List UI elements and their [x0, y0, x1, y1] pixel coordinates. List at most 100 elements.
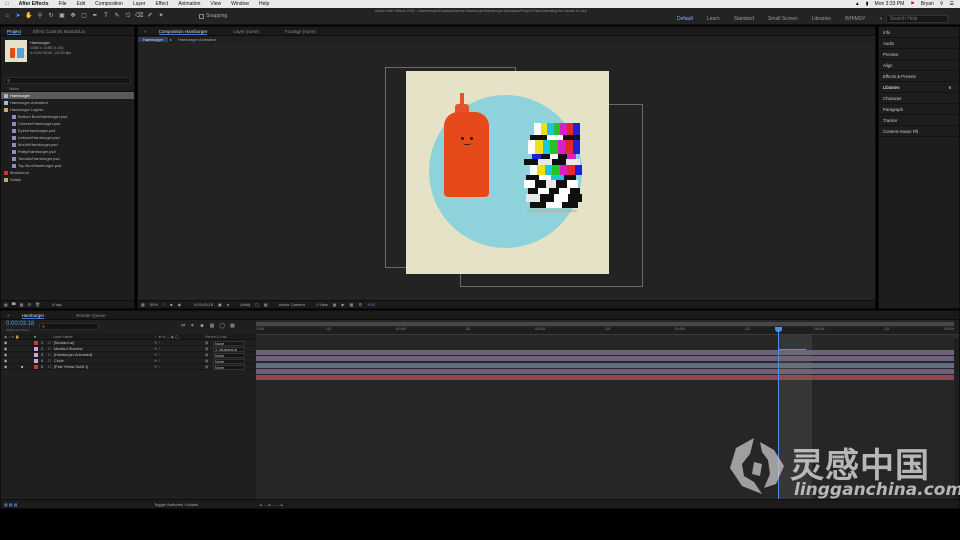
- motion-blur-icon[interactable]: ◯: [219, 323, 225, 329]
- wifi-icon[interactable]: ▲: [855, 1, 860, 7]
- camera-dropdown[interactable]: Active Camera: [279, 302, 305, 307]
- graph-editor-icon[interactable]: ▩: [230, 323, 235, 329]
- zoom-tool-icon[interactable]: ⚲: [36, 12, 44, 20]
- right-panel-item[interactable]: Preview: [879, 49, 959, 60]
- right-panel-item[interactable]: Content-Aware Fill: [879, 126, 959, 137]
- exposure-value[interactable]: +0.0: [367, 302, 375, 307]
- bpc-toggle[interactable]: 8 bpc: [52, 302, 62, 307]
- project-item[interactable]: Eyes/Hamburger.psd: [1, 127, 134, 134]
- right-panel-item[interactable]: Tracker: [879, 115, 959, 126]
- visibility-icon[interactable]: ◉: [4, 364, 7, 370]
- project-item[interactable]: Top Bun/Hamburger.psd: [1, 162, 134, 169]
- mask-visibility-icon[interactable]: ■: [170, 302, 172, 307]
- layer-duration-bar[interactable]: [256, 350, 954, 355]
- workspace-default[interactable]: Default: [670, 16, 700, 22]
- right-panel-item[interactable]: Libraries ≡: [879, 82, 959, 93]
- new-folder-icon[interactable]: 🖿: [12, 301, 16, 308]
- right-panel-item[interactable]: Info: [879, 27, 959, 38]
- views-dropdown[interactable]: 1 View: [316, 302, 328, 307]
- selection-tool-icon[interactable]: ➤: [14, 12, 22, 20]
- flowchart-icon[interactable]: ⚙: [358, 302, 362, 307]
- rectangle-tool-icon[interactable]: ▢: [80, 12, 88, 20]
- tab-project[interactable]: Project: [1, 28, 27, 35]
- shy-layers-icon[interactable]: ☻: [199, 323, 204, 329]
- tab-composition[interactable]: Composition Hamburger: [153, 28, 214, 35]
- menu-layer[interactable]: Layer: [128, 1, 151, 7]
- zoom-dropdown[interactable]: 50%: [150, 302, 158, 307]
- new-comp-icon[interactable]: ▩: [20, 302, 24, 307]
- comp-canvas[interactable]: [406, 71, 609, 274]
- menu-composition[interactable]: Composition: [90, 1, 128, 7]
- expand-collapse-icon[interactable]: ▩ ▩ ▩: [4, 500, 18, 509]
- right-panel-item[interactable]: Effects & Presets: [879, 71, 959, 82]
- pen-tool-icon[interactable]: ✒: [91, 12, 99, 20]
- delete-icon[interactable]: 🗑: [35, 302, 40, 307]
- layer-row[interactable]: ◉ ■ 5 □ [Pale Yellow Solid 1] ☀ / ◎ None: [1, 364, 255, 370]
- eraser-tool-icon[interactable]: ⌫: [135, 12, 143, 20]
- time-ruler[interactable]: 0:00f 12f 01:00f 12f 02:00f 12f 03:00f 12f 04:00…: [256, 327, 954, 335]
- menu-animation[interactable]: Animation: [173, 1, 205, 7]
- flag-icon[interactable]: ⚑: [910, 1, 914, 7]
- timeline-zoom-icon[interactable]: ◯: [954, 333, 960, 343]
- close-tab-icon[interactable]: ×: [138, 29, 153, 34]
- layer-label-color[interactable]: [34, 365, 38, 369]
- layer-name[interactable]: [Pale Yellow Solid 1]: [54, 364, 88, 370]
- layer-label-color[interactable]: [34, 353, 38, 357]
- brush-tool-icon[interactable]: ✎: [113, 12, 121, 20]
- current-time-display[interactable]: 0;00;03;18: [194, 302, 213, 307]
- clock[interactable]: Mon 3:33 PM: [875, 1, 905, 7]
- comp-viewport[interactable]: [138, 44, 875, 295]
- parent-dropdown[interactable]: None: [213, 340, 245, 346]
- project-search-input[interactable]: ⚲: [4, 77, 131, 84]
- current-time[interactable]: 0:00:03:18: [6, 321, 34, 327]
- spotlight-icon[interactable]: ⚲: [940, 1, 944, 7]
- zoom-slider[interactable]: ▲ —●—— ▲: [259, 500, 284, 509]
- project-item[interactable]: Mustard.ai: [1, 169, 134, 176]
- menu-help[interactable]: Help: [254, 1, 274, 7]
- tab-render-queue[interactable]: Render Queue: [70, 313, 112, 318]
- project-item[interactable]: Solids: [1, 176, 134, 183]
- layer-label-color[interactable]: [34, 347, 38, 351]
- layer-duration-bar[interactable]: [256, 375, 954, 381]
- fast-previews-icon[interactable]: ▶: [342, 302, 345, 307]
- camera-snapshot-icon[interactable]: ▣: [218, 302, 222, 307]
- workspace-whimsy[interactable]: WHIMSY: [838, 16, 873, 22]
- workspace-learn[interactable]: Learn: [700, 16, 727, 22]
- region-of-interest-icon[interactable]: ▢: [255, 302, 259, 307]
- search-help-box[interactable]: Search Help: [886, 15, 948, 23]
- tab-timeline-hamburger[interactable]: Hamburger: [16, 312, 51, 319]
- workspace-libraries[interactable]: Libraries: [805, 16, 838, 22]
- rotate-tool-icon[interactable]: ↻: [47, 12, 55, 20]
- breadcrumb-hamburger[interactable]: Hamburger: [138, 37, 169, 42]
- search-help-input[interactable]: Search Help: [886, 15, 948, 23]
- right-panel-item[interactable]: Paragraph: [879, 104, 959, 115]
- layer-switches[interactable]: ☀ /: [154, 364, 160, 370]
- workspace-standard[interactable]: Standard: [727, 16, 761, 22]
- toggle-switches-modes-button[interactable]: Toggle Switches / Modes: [154, 500, 198, 509]
- project-item[interactable]: Lettuce/Hamburger.psd: [1, 134, 134, 141]
- right-panel-item[interactable]: Audio: [879, 38, 959, 49]
- puppet-tool-icon[interactable]: ✦: [157, 12, 165, 20]
- roto-brush-tool-icon[interactable]: ✐: [146, 12, 154, 20]
- project-settings-icon[interactable]: ⚙: [28, 302, 32, 307]
- pick-whip-icon[interactable]: ◎: [205, 364, 208, 370]
- comp-flowchart-icon[interactable]: ⇌: [181, 323, 185, 329]
- timeline-icon[interactable]: ▩: [350, 302, 354, 307]
- close-timeline-tab-icon[interactable]: ×: [1, 313, 16, 318]
- camera-tool-icon[interactable]: ▣: [58, 12, 66, 20]
- layer-label-color[interactable]: [34, 341, 38, 345]
- notification-icon[interactable]: ☰: [950, 1, 954, 7]
- pan-behind-tool-icon[interactable]: ✥: [69, 12, 77, 20]
- timeline-search-input[interactable]: ⚲: [39, 323, 99, 330]
- always-preview-icon[interactable]: ▩: [141, 302, 145, 307]
- home-icon[interactable]: ⌂: [3, 12, 11, 20]
- layer-label-color[interactable]: [34, 359, 38, 363]
- project-item[interactable]: Patty/Hamburger.psd: [1, 148, 134, 155]
- panel-menu-icon[interactable]: ≡: [948, 82, 951, 93]
- user-name[interactable]: Bryan: [921, 1, 934, 7]
- tab-effect-controls[interactable]: Effect Controls Mustard.ai: [27, 29, 91, 34]
- draft-3d-icon[interactable]: ✶: [190, 323, 194, 329]
- safe-areas-icon[interactable]: □: [163, 302, 165, 307]
- project-item[interactable]: Tomato/Hamburger.psd: [1, 155, 134, 162]
- menu-file[interactable]: File: [53, 1, 71, 7]
